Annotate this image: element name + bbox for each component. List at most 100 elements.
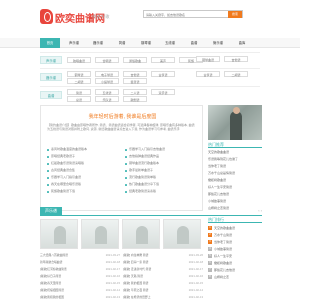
list-item[interactable]: [献歌] 天路 简谱 2021-02-16 <box>123 273 203 280</box>
list-item[interactable]: [献歌]春天里简谱 2021-02-15 <box>40 280 120 287</box>
category-label[interactable]: 器乐谱 <box>40 73 62 81</box>
featured-link[interactable]: 原唱经典老歌谱子 <box>47 153 119 160</box>
list-item[interactable]: [献歌]红河谷歌曲简谱 2021-02-17 <box>40 266 120 273</box>
category-chip[interactable]: 歌剧谱 <box>123 96 147 102</box>
featured-link[interactable]: 流行歌曲简谱简单版 <box>125 174 197 181</box>
category-chip[interactable]: 二人谱 <box>123 89 147 95</box>
category-chip[interactable]: 笛箫谱 <box>123 78 147 84</box>
category-score: 曲谱 简谱 五线谱 二人谱 双手谱 总谱 乐队谱 歌剧谱 <box>40 86 260 103</box>
rank-item[interactable]: 1 天空的歌曲曲谱 <box>208 225 262 232</box>
rank-item[interactable]: 2 万水千山简谱 <box>208 232 262 239</box>
hot-item[interactable]: 小城故事简谱 <box>208 198 262 205</box>
category-chip[interactable]: 总谱 <box>67 96 91 102</box>
category-chip[interactable]: 古筝谱 <box>151 71 175 77</box>
featured-link[interactable]: 歌手最新单曲谱子 <box>125 167 197 174</box>
nav-item[interactable]: 五线谱 <box>160 38 180 48</box>
nav-item[interactable]: 首页 <box>40 38 60 48</box>
photo-thumb[interactable] <box>40 219 78 249</box>
category-chip[interactable]: 二胡谱 <box>67 78 91 84</box>
rank-item[interactable]: 7 那些花儿吉他谱 <box>208 267 262 274</box>
category-chip[interactable]: 五线谱 <box>95 89 119 95</box>
featured-link[interactable]: 乐器学习入门指引曲谱 <box>47 174 119 181</box>
rank-item-label: 万水千山简谱 <box>214 233 233 237</box>
hot-item[interactable]: 橄榄树歌曲谱 <box>208 177 262 184</box>
featured-link[interactable]: 吉他指弹曲谱经典作品 <box>125 153 197 160</box>
category-chip[interactable]: 美声 <box>151 57 175 63</box>
featured-title[interactable]: 我年轻时后游着, 我谁是后度国 <box>41 113 204 120</box>
section-bar: 声乐谱 ‹ › <box>40 207 262 216</box>
nav-item[interactable]: 曲库 <box>232 38 252 48</box>
category-label[interactable]: 曲谱 <box>40 91 62 99</box>
hot-item[interactable]: 万水千山总是情简谱 <box>208 170 262 177</box>
featured-link[interactable]: 古风经典曲谱合集 <box>47 167 119 174</box>
category-chip[interactable]: 简谱 <box>67 89 91 95</box>
list-item[interactable]: [献歌] 四海一家 简谱 2021-02-18 <box>123 259 203 266</box>
category-chip[interactable]: 合唱谱 <box>95 57 119 63</box>
list-item[interactable]: [献歌] 草原之夜 简谱 2021-02-14 <box>123 287 203 294</box>
category-label[interactable]: 声乐谱 <box>40 56 62 64</box>
featured-link[interactable]: 红船歌曲乐谱简谱演唱版 <box>47 160 119 167</box>
photo-thumb[interactable] <box>122 219 160 249</box>
nav-item[interactable]: 管乐谱 <box>208 38 228 48</box>
photo-thumb[interactable] <box>163 219 201 249</box>
list-item[interactable]: [献歌]好日子简谱 2021-02-16 <box>40 273 120 280</box>
section-arrows[interactable]: ‹ › <box>258 208 262 213</box>
list-item[interactable]: [献歌] 在希望的田野上 2021-02-13 <box>123 294 203 300</box>
rank-item[interactable]: 8 山楂树之恋 <box>208 274 262 281</box>
featured-link[interactable]: 民族歌曲简谱下载 <box>47 188 119 195</box>
rank-number: 5 <box>208 254 212 259</box>
hot-item[interactable]: 天空的歌曲曲谱 <box>208 149 262 156</box>
featured-link[interactable]: 经典老歌简谱演奏版 <box>125 188 197 195</box>
list-item[interactable]: [献歌]祝福祖国简谱 2021-02-14 <box>40 287 120 294</box>
hot-item[interactable]: 好人一生平安简谱 <box>208 184 262 191</box>
list-item[interactable]: [献歌] 我的祖国 简谱 2021-02-15 <box>123 280 203 287</box>
featured-link[interactable]: 钢琴曲谱流行歌曲版本 <box>125 160 197 167</box>
list-item[interactable]: [献歌]我和我的祖国 2021-02-13 <box>40 294 120 300</box>
featured-link[interactable]: 乐器学习入门指引吉他曲谱 <box>125 146 197 153</box>
nav-item[interactable]: 器乐谱 <box>88 38 108 48</box>
list-item[interactable]: [献歌] 走进新时代 简谱 2021-02-17 <box>123 266 203 273</box>
list-item-title: 新年献歌合唱曲谱 <box>40 260 63 264</box>
side-top-link[interactable]: 古筝谱 <box>196 71 220 77</box>
category-chip[interactable]: 双手谱 <box>151 89 175 95</box>
sidebar-banner-image[interactable] <box>208 105 262 140</box>
search-input[interactable] <box>146 12 228 18</box>
hot-title: 热门推荐 <box>208 141 262 148</box>
rank-item[interactable]: 3 当你老了简谱 <box>208 239 262 246</box>
list-item-date: 2021-02-14 <box>188 288 203 292</box>
category-chip[interactable]: 电子琴谱 <box>95 71 119 77</box>
list-item-title: [献歌] 在希望的田野上 <box>123 295 151 299</box>
rank-item[interactable]: 6 橄榄树歌曲谱 <box>208 260 262 267</box>
hot-item[interactable]: 那些花儿吉他谱 <box>208 191 262 198</box>
search-button[interactable]: 搜索 <box>228 11 242 18</box>
list-item[interactable]: 新年献歌合唱曲谱 2021-02-18 <box>40 259 120 266</box>
nav-item[interactable]: 钢琴谱 <box>136 38 156 48</box>
category-chip[interactable]: 通俗歌曲 <box>123 57 147 63</box>
category-chip[interactable]: 钢琴谱 <box>67 71 91 77</box>
hot-item[interactable]: 乐谱我等到花儿也谢了 <box>208 156 262 163</box>
list-item-title: [献歌] 天路 简谱 <box>123 274 143 278</box>
featured-link[interactable]: 春天在哪里合唱乐谱版 <box>47 181 119 188</box>
category-chip[interactable]: 小提琴谱 <box>95 78 119 84</box>
featured-link[interactable]: 热门歌曲曲谱分享下载 <box>125 181 197 188</box>
side-top-link[interactable]: 二胡谱 <box>224 71 248 77</box>
category-chip[interactable]: 乐队谱 <box>95 96 119 102</box>
list-item[interactable]: 三大经典八首歌曲简谱 2021-03-27 <box>40 252 120 259</box>
list-item-date: 2021-02-18 <box>105 260 120 264</box>
list-item[interactable]: [献歌] 向往神鹰 简谱 2021-03-26 <box>123 252 203 259</box>
featured-link[interactable]: 秦风时歌曲温度的曲谱版本 <box>47 146 119 153</box>
hot-item[interactable]: 当你老了简谱 <box>208 163 262 170</box>
main-nav: 首页 声乐谱 器乐谱 简谱 钢琴谱 五线谱 曲谱 管乐谱 曲库 <box>0 38 300 48</box>
side-top-link[interactable]: 钢琴曲谱 <box>196 56 220 62</box>
nav-item[interactable]: 简谱 <box>112 38 132 48</box>
rank-item[interactable]: 4 小城故事简谱 <box>208 246 262 253</box>
side-top-link[interactable]: 吉他谱 <box>224 56 248 62</box>
rank-item[interactable]: 5 好人一生平安 <box>208 253 262 260</box>
section-tab[interactable]: 声乐谱 <box>40 207 62 215</box>
nav-item[interactable]: 曲谱 <box>184 38 204 48</box>
photo-thumb[interactable] <box>81 219 119 249</box>
list-item-date: 2021-02-15 <box>105 281 120 285</box>
category-chip[interactable]: 独唱曲谱 <box>67 57 91 63</box>
nav-item[interactable]: 声乐谱 <box>64 38 84 48</box>
category-chip[interactable]: 吉他谱 <box>123 71 147 77</box>
